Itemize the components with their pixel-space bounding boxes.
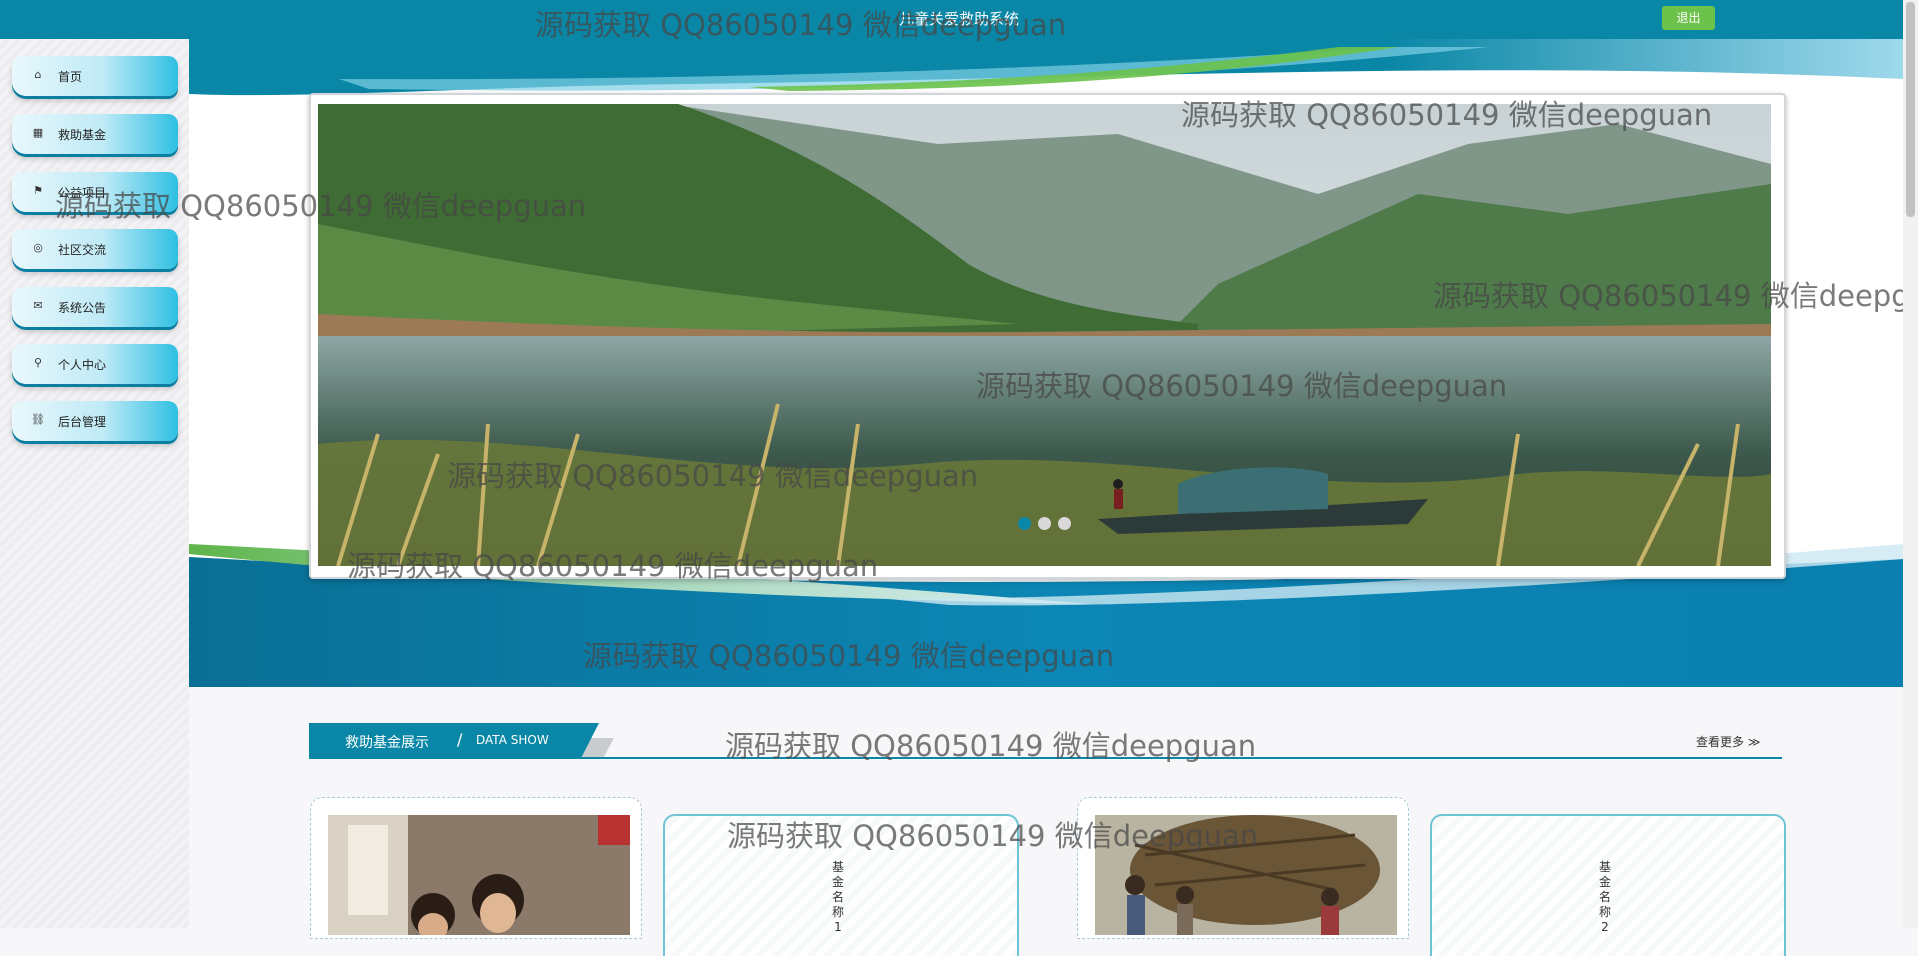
home-icon: ⌂	[34, 68, 42, 81]
sidebar-item-personal-center[interactable]: ⚲ 个人中心	[12, 344, 178, 384]
sidebar-item-announcements[interactable]: ✉ 系统公告	[12, 287, 178, 327]
carousel-dot-3[interactable]	[1058, 517, 1071, 530]
section-title-en: DATA SHOW	[476, 733, 549, 747]
section-divider	[309, 757, 1782, 759]
scrollbar-thumb[interactable]	[1906, 2, 1915, 217]
logout-button[interactable]: 退出	[1662, 6, 1715, 30]
fund-card-3[interactable]	[1077, 797, 1409, 939]
globe-icon: ◎	[33, 241, 43, 254]
carousel-indicators	[1018, 515, 1078, 531]
lake-landscape-image	[318, 104, 1771, 566]
calendar-icon: ▦	[32, 126, 44, 139]
sidebar-item-community[interactable]: ◎ 社区交流	[12, 229, 178, 269]
user-icon: ⚲	[33, 356, 43, 369]
fund-name: 基金名称1	[831, 860, 844, 934]
sidebar-item-label: 公益项目	[58, 186, 107, 200]
link-icon: ⛓	[31, 413, 45, 426]
carousel-dot-2[interactable]	[1038, 517, 1051, 530]
carousel-slide-image[interactable]	[318, 104, 1771, 566]
section-title: 救助基金展示 / DATA SHOW	[309, 723, 599, 757]
sidebar-item-label: 系统公告	[58, 301, 107, 315]
sidebar-item-label: 社区交流	[58, 243, 107, 257]
top-bar: 儿童关爱救助系统 退出	[0, 0, 1918, 39]
fund-card-4[interactable]: 基金名称2	[1430, 814, 1786, 956]
sidebar-item-label: 个人中心	[58, 358, 107, 372]
sidebar-item-relief-fund[interactable]: ▦ 救助基金	[12, 114, 178, 154]
sidebar-item-label: 首页	[58, 70, 83, 84]
flag-icon: ⚑	[33, 184, 43, 197]
sidebar-item-home[interactable]: ⌂ 首页	[12, 56, 178, 96]
sidebar-item-admin[interactable]: ⛓ 后台管理	[12, 401, 178, 441]
children-photo	[328, 815, 630, 935]
section-title-separator: /	[457, 730, 463, 749]
sidebar-item-charity-projects[interactable]: ⚑ 公益项目	[12, 172, 178, 212]
view-more-link[interactable]: 查看更多 ≫	[1696, 733, 1760, 750]
fund-card-1[interactable]	[310, 797, 642, 939]
mail-icon: ✉	[33, 299, 43, 312]
section-title-cn: 救助基金展示	[345, 735, 429, 751]
fund-name: 基金名称2	[1598, 860, 1611, 934]
children-firewood-photo	[1095, 815, 1397, 935]
app-title: 儿童关爱救助系统	[898, 10, 1019, 28]
fund-card-image	[1095, 815, 1397, 935]
carousel-dot-1[interactable]	[1018, 517, 1031, 530]
sidebar-item-label: 救助基金	[58, 128, 107, 142]
fund-card-image	[328, 815, 630, 935]
sidebar-item-label: 后台管理	[58, 415, 107, 429]
fund-card-2[interactable]: 基金名称1	[663, 814, 1019, 956]
